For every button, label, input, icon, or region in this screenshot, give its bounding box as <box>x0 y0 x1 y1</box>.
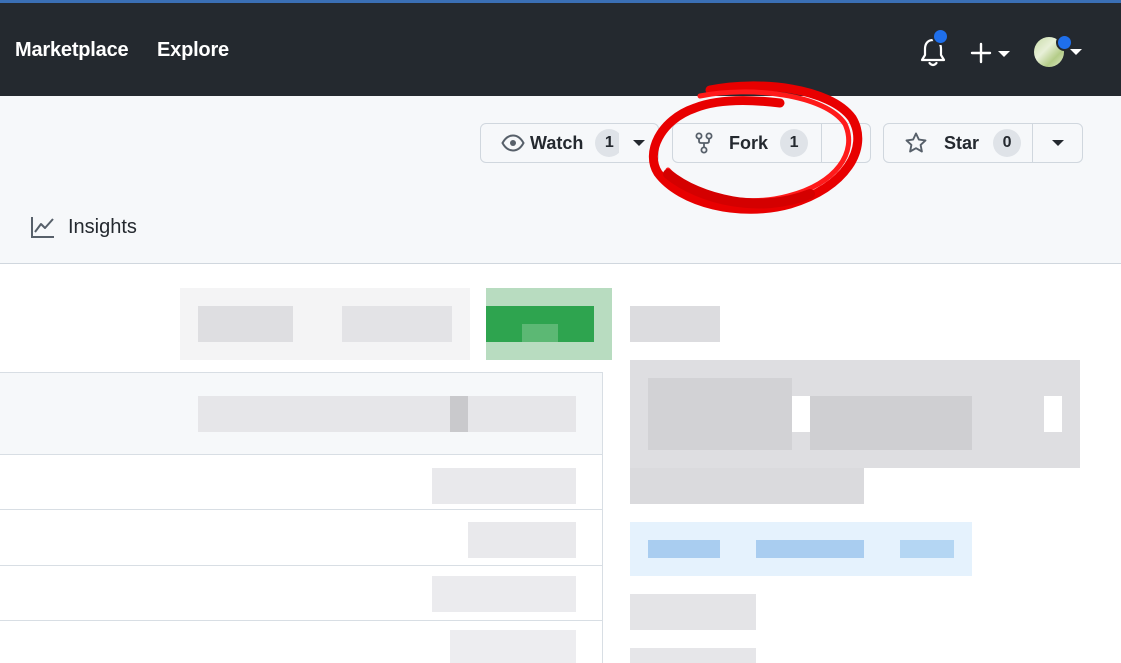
tab-insights-label: Insights <box>68 215 137 238</box>
red-annotation-circle <box>648 81 863 214</box>
nav-marketplace-link[interactable]: Marketplace <box>15 39 129 62</box>
plus-icon <box>970 42 992 64</box>
star-button[interactable]: Star 0 <box>883 123 1033 163</box>
global-header: Marketplace Explore <box>0 3 1121 96</box>
caret-down-icon <box>998 51 1010 57</box>
notification-indicator <box>932 28 949 45</box>
star-icon <box>904 132 928 154</box>
caret-down-icon <box>1070 49 1082 55</box>
nav-explore-link[interactable]: Explore <box>157 39 229 62</box>
tab-insights[interactable]: Insights <box>30 215 137 239</box>
watch-label: Watch <box>530 132 584 153</box>
graph-icon <box>31 217 54 238</box>
user-menu-button[interactable] <box>1034 34 1086 71</box>
create-new-button[interactable] <box>968 39 1014 67</box>
caret-down-icon <box>1051 140 1064 146</box>
star-count: 0 <box>993 129 1022 157</box>
star-label: Star <box>944 132 980 153</box>
watch-button[interactable]: Watch 1 <box>480 123 624 163</box>
eye-icon <box>501 134 525 152</box>
star-dropdown-button[interactable] <box>1032 123 1083 163</box>
repository-header: Watch 1 Fork 1 Star 0 Insights <box>0 96 1121 264</box>
notifications-button[interactable] <box>919 28 949 68</box>
